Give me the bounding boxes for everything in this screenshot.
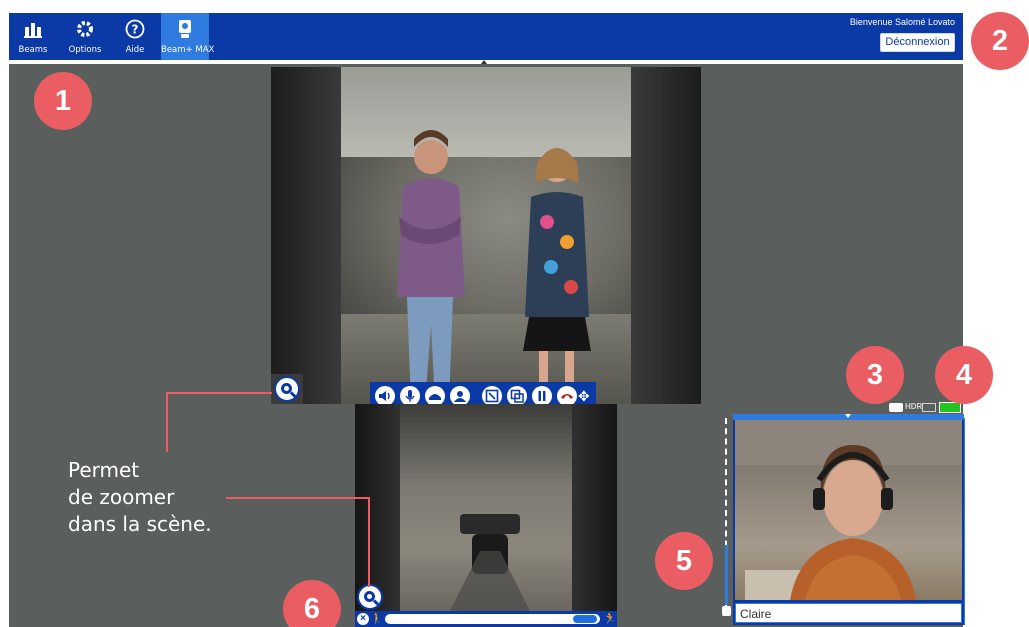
svg-text:?: ? [132,23,139,37]
nav-beam-plus-max-label: Beam+ MAX [161,45,215,55]
picture-in-picture-icon [510,389,524,403]
fullscreen-button[interactable] [482,386,502,406]
headlight-button[interactable] [425,386,445,406]
magnifier-handle [289,391,297,398]
callout-badge-3: 3 [846,346,904,404]
person-right [523,148,591,404]
close-icon[interactable]: × [357,613,369,625]
callout-badge-1: 1 [34,72,92,130]
run-fast-icon: 🏃 [603,613,617,625]
door-frame-left [271,67,341,404]
beams-icon [24,23,42,38]
hangup-button[interactable] [557,386,577,406]
zoom-callout-line-2: de zoomer [68,485,175,509]
nav-help-label: Aide [125,45,145,55]
volume-level [725,545,728,605]
walk-slow-icon: 🚶 [370,613,384,625]
nav-beam-plus-max[interactable]: Beam+ MAX [161,13,215,60]
pause-button[interactable] [532,386,552,406]
zoom-button-front[interactable] [274,376,300,402]
help-icon: ? [125,19,145,39]
chevron-down-icon [845,414,851,418]
hdr-indicator: HDR [905,402,923,411]
robot-icon [179,20,191,38]
gear-icon [77,21,93,37]
logout-button[interactable]: Déconnexion [880,33,955,52]
speaker-icon [379,391,390,401]
microphone-button[interactable] [400,386,420,406]
move-handle-icon[interactable]: ✥ [578,387,590,405]
door-frame-right [631,67,701,404]
nav-options-label: Options [68,45,102,55]
wall-left [355,404,400,611]
picture-in-picture-button[interactable] [507,386,527,406]
callout-line [166,392,168,452]
battery-icon [939,402,961,413]
dock-button[interactable] [450,386,470,406]
robot-base [450,514,530,611]
zoom-callout-line-1: Permet [68,458,140,482]
callout-badge-5: 5 [655,532,713,590]
speed-control-bar: × 🚶 🏃 [355,611,617,627]
participant-name-field[interactable]: Claire [735,603,962,623]
callout-line [368,497,370,587]
welcome-text: Bienvenue Salomé Lovato [849,17,955,27]
microphone-icon [405,390,415,402]
navigation-camera-view[interactable] [355,404,617,611]
pause-icon [538,391,546,401]
callout-line [166,392,272,394]
camera-icon [889,403,903,412]
self-view-video [735,420,962,600]
headlight-icon [429,394,441,400]
self-view-panel: Claire [733,414,964,625]
nav-beams[interactable]: Beams [9,13,57,60]
person-left [397,130,465,404]
zoom-button-navigation[interactable] [357,584,383,610]
speed-slider-track[interactable] [385,614,600,624]
callout-badge-2: 2 [971,12,1029,70]
zoom-callout-line-3: dans la scène. [68,512,212,536]
nav-beams-label: Beams [18,45,48,55]
local-user-figure [735,420,962,600]
speed-slider-knob[interactable] [573,615,597,623]
network-icon [922,403,936,412]
callout-line [226,497,370,499]
hangup-icon [561,394,573,399]
speaker-button[interactable] [375,386,395,406]
wall-right [572,404,617,611]
robot-status-indicators: HDR [889,402,964,414]
front-camera-view[interactable] [271,67,701,404]
nav-help[interactable]: ? Aide [111,13,159,60]
fullscreen-icon [485,389,499,403]
nav-options[interactable]: Options [61,13,109,60]
magnifier-handle [372,599,380,606]
top-navigation-bar: Beams Options ? Aide Beam+ MAX Bienvenue… [9,13,963,60]
callout-badge-4: 4 [935,346,993,404]
zoom-callout-text: Permet de zoomer dans la scène. [68,457,212,538]
dock-icon [454,391,466,402]
robot-small-icon [722,606,731,616]
